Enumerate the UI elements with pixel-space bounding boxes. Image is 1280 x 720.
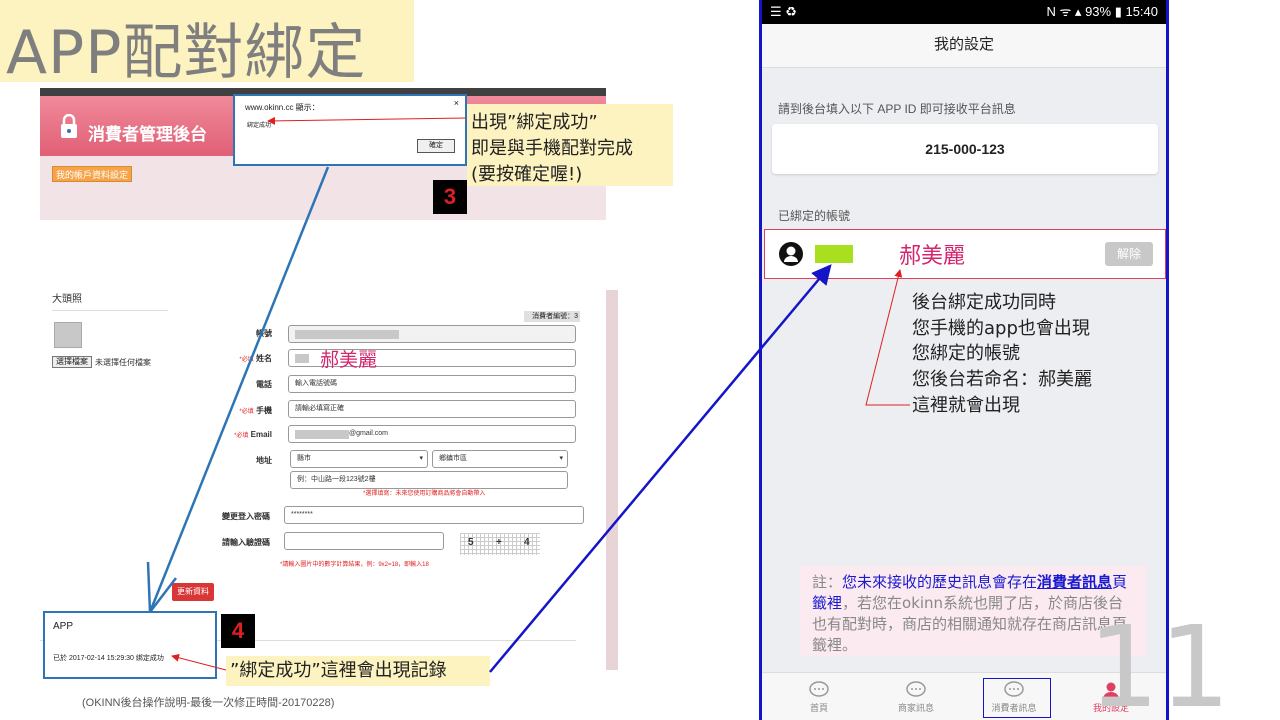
avatar — [54, 322, 82, 348]
street-field[interactable]: 例：中山路一段123號2樓 — [290, 471, 568, 489]
account-settings-button[interactable]: 我的帳戶資料設定 — [52, 166, 132, 182]
address-label: 地址 — [256, 456, 272, 465]
password-label: 變更登入密碼 — [222, 512, 270, 521]
explain-line-3: 您綁定的帳號 — [912, 343, 1020, 364]
email-field[interactable]: @gmail.com — [288, 425, 576, 443]
slide-title-box: APP配對綁定 — [0, 0, 414, 88]
app-log-box: APP 已於 2017-02-14 15:29:30 綁定成功 — [43, 611, 217, 679]
nav-shop-label: 商家訊息 — [897, 703, 934, 713]
chat-bubble-icon — [809, 681, 829, 697]
city-select[interactable]: 縣市 ▾ — [290, 450, 428, 468]
dialog-close-icon[interactable]: × — [454, 98, 459, 108]
avatar-divider — [52, 310, 168, 311]
record-callout: ”綁定成功”這裡會出現記錄 — [226, 656, 490, 686]
status-right: N ᯤ ▴ 93% ▮ 15:40 — [1046, 4, 1158, 19]
footer-note: (OKINN後台操作說明-最後一次修正時間-20170228) — [82, 697, 335, 709]
step-badge-4: 4 — [221, 614, 255, 648]
lock-icon — [61, 114, 77, 138]
captcha-a: 5 — [468, 537, 474, 548]
bind-success-dialog: www.okinn.cc 顯示： × 綁定成功 確定 — [233, 94, 467, 166]
app-id-value: 215-000-123 — [772, 124, 1158, 174]
name-required-tag: *必填 — [239, 357, 254, 363]
name-label-wrap: *必填 姓名 — [182, 353, 272, 364]
phone-label: 電話 — [256, 380, 272, 389]
bound-account-row: 郝美麗 解除 — [764, 229, 1166, 279]
district-select[interactable]: 鄉鎮市區 ▾ — [432, 450, 568, 468]
email-label: Email — [250, 430, 272, 439]
nav-shop-messages[interactable]: 商家訊息 — [881, 673, 951, 720]
unbind-button[interactable]: 解除 — [1105, 242, 1153, 266]
dialog-message: 綁定成功 — [247, 123, 272, 129]
dialog-callout: 出現”綁定成功” 即是與手機配對完成 (要按確定喔!) — [467, 104, 673, 186]
slide-title: APP配對綁定 — [6, 18, 367, 88]
email-label-wrap: *必填 Email — [182, 430, 272, 439]
bound-accounts-label: 已綁定的帳號 — [778, 209, 851, 223]
mobile-label-wrap: *必填 手機 — [182, 405, 272, 416]
callout-line-1: 出現”綁定成功” — [471, 112, 598, 133]
app-log-title: APP — [53, 621, 74, 632]
dialog-host: www.okinn.cc 顯示： — [245, 103, 320, 112]
explain-line-5: 這裡就會出現 — [912, 395, 1020, 416]
account-field — [288, 325, 576, 343]
callout-line-3: (要按確定喔!) — [471, 164, 583, 185]
nav-home[interactable]: 首頁 — [784, 673, 854, 720]
form-scroll-bar[interactable] — [606, 290, 618, 670]
note-blue-1: 您未來接收的歷史訊息會存在 — [842, 573, 1038, 591]
explain-line-4: 您後台若命名：郝美麗 — [912, 369, 1092, 390]
captcha-op: + — [496, 537, 502, 548]
app-log-entry: 已於 2017-02-14 15:29:30 綁定成功 — [53, 655, 164, 662]
dialog-ok-button[interactable]: 確定 — [417, 139, 455, 153]
chevron-down-icon: ▾ — [419, 455, 423, 462]
password-field[interactable]: ******** — [284, 506, 584, 524]
city-value: 縣市 — [297, 455, 311, 462]
district-value: 鄉鎮市區 — [439, 455, 467, 462]
chevron-down-icon: ▾ — [559, 455, 563, 462]
mobile-label: 手機 — [256, 406, 272, 415]
app-bar-title: 我的設定 — [762, 24, 1166, 68]
captcha-hint: *請輸入圖片中的數字計算結果，例：9x2=18，即輸入18 — [280, 562, 429, 568]
captcha-b: 4 — [524, 537, 530, 548]
status-left: ☰ ♻ — [770, 4, 797, 19]
appid-prompt: 請到後台填入以下 APP ID 即可接收平台訊息 — [778, 102, 1016, 116]
captcha-image: 5 + 4 — [460, 533, 540, 555]
mobile-field[interactable]: 請輸必填寫正確 — [288, 400, 576, 418]
explain-line-2: 您手機的app也會出現 — [912, 318, 1090, 339]
avatar-label: 大頭照 — [52, 294, 82, 305]
name-label: 姓名 — [256, 354, 272, 363]
page-number: 11 — [1088, 603, 1231, 720]
consumer-number: 消費者編號：3 — [524, 311, 580, 322]
bound-account-name: 郝美麗 — [899, 244, 966, 269]
mobile-required-tag: *必填 — [239, 409, 254, 415]
explain-line-1: 後台綁定成功同時 — [912, 292, 1056, 313]
arrow-head-left — [146, 561, 152, 613]
name-value: 郝美麗 — [320, 349, 378, 371]
nav-home-label: 首頁 — [809, 703, 828, 713]
account-label: 帳號 — [256, 329, 272, 338]
email-required-tag: *必填 — [234, 433, 249, 439]
note-rest: ，若您在okinn系統也開了店，於商店後台也有配對時，商店的相關通知就存在商店訊… — [812, 594, 1128, 654]
person-icon — [779, 242, 803, 266]
email-value: @gmail.com — [349, 430, 389, 437]
nav-highlight-box — [983, 678, 1051, 718]
captcha-label: 請輸入驗證碼 — [222, 538, 270, 547]
update-button[interactable]: 更新資料 — [172, 583, 214, 601]
step-badge-3: 3 — [433, 180, 467, 214]
captcha-field[interactable] — [284, 532, 444, 550]
phone-field[interactable]: 輸入電話號碼 — [288, 375, 576, 393]
status-bar: ☰ ♻ N ᯤ ▴ 93% ▮ 15:40 — [762, 0, 1166, 24]
backend-title: 消費者管理後台 — [88, 125, 207, 144]
address-hint: *選擇填寫：未來您使用訂購商品將會自動帶入 — [363, 491, 486, 497]
account-id-mask — [815, 245, 853, 263]
consumer-message-link[interactable]: 消費者訊息 — [1037, 573, 1112, 591]
file-status: 未選擇任何檔案 — [95, 358, 151, 367]
chat-bubble-icon — [906, 681, 926, 697]
note-prefix: 註： — [812, 573, 843, 591]
callout-line-2: 即是與手機配對完成 — [471, 138, 633, 159]
choose-file-button[interactable]: 選擇檔案 — [52, 356, 92, 368]
